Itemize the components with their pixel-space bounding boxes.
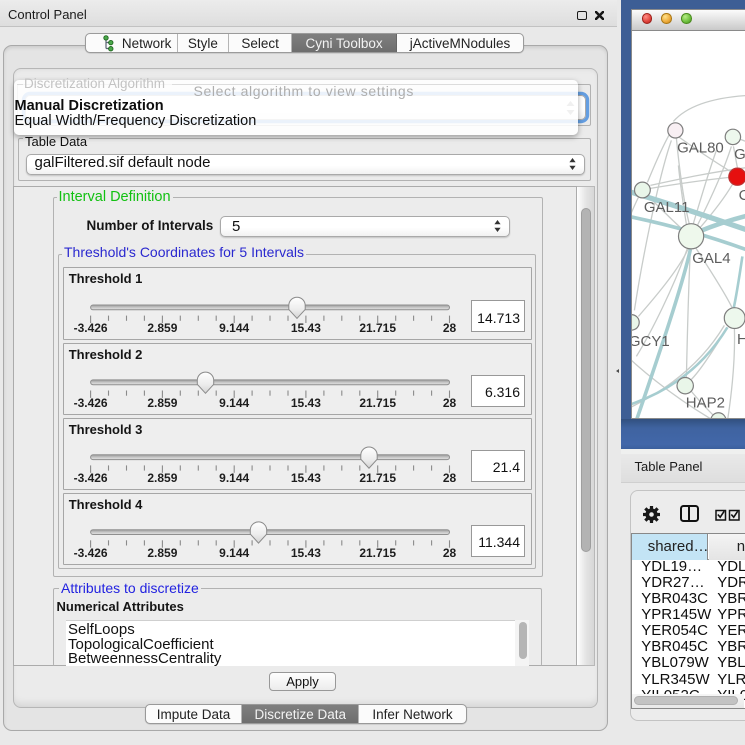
svg-text:GCY1: GCY1 [632,333,670,350]
svg-text:HAP2: HAP2 [685,394,724,411]
svg-text:GAL11: GAL11 [643,199,689,216]
svg-text:GA: GA [734,145,745,162]
svg-text:H: H [737,331,745,348]
svg-text:GAL4: GAL4 [692,250,730,267]
svg-text:GAL80: GAL80 [677,139,724,156]
svg-text:C: C [738,186,745,203]
